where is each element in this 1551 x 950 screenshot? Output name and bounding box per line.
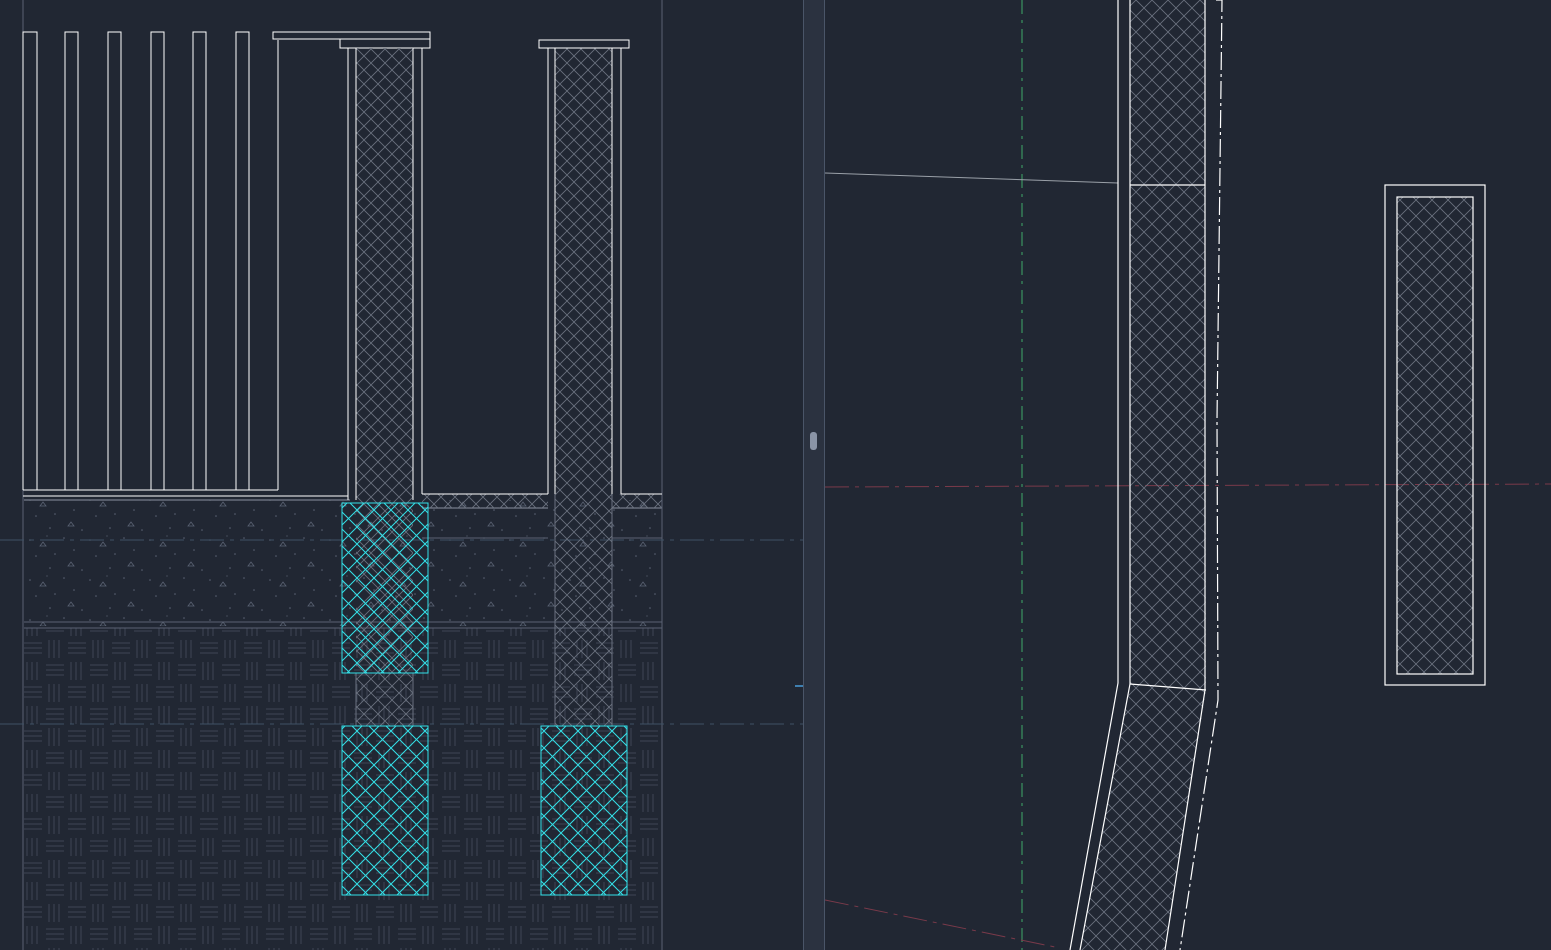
- right-drawing-viewport[interactable]: [825, 0, 1551, 950]
- left-drawing-viewport[interactable]: [0, 0, 803, 950]
- viewport-splitter[interactable]: [803, 0, 825, 950]
- section-drawing-canvas: [0, 0, 803, 950]
- selected-footing-left: [341, 725, 429, 896]
- selected-footing-right: [540, 725, 628, 896]
- plan-drawing-canvas: [825, 0, 1551, 950]
- column-plan: [1384, 184, 1486, 686]
- selected-footing-top: [341, 502, 429, 674]
- splitter-handle-icon[interactable]: [810, 432, 817, 450]
- splitter-edge-left: [803, 0, 804, 950]
- post-right: [422, 39, 662, 500]
